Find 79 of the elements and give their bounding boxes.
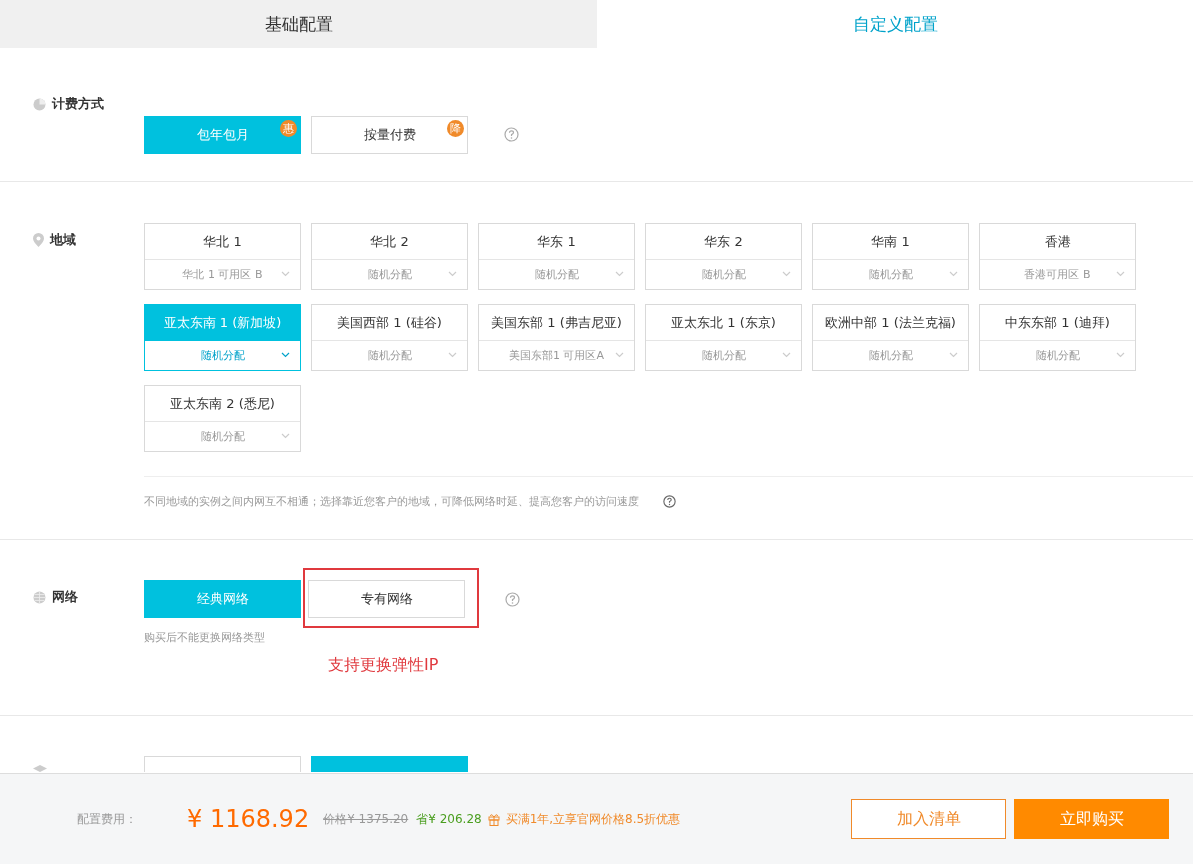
add-to-list-button[interactable]: 加入清单 [851, 799, 1006, 839]
zone-select[interactable]: 随机分配 [479, 260, 634, 289]
region-note: 不同地域的实例之间内网互不相通；选择靠近您客户的地域，可降低网络时延、提高您客户的访问速度 [144, 494, 639, 509]
section-label: 地域 [50, 231, 76, 249]
annotation-text: 支持更换弹性IP [328, 655, 440, 676]
region-card[interactable]: 香港 香港可用区 B [979, 223, 1136, 290]
cost-label: 配置费用： [77, 810, 138, 828]
caret-icon [281, 271, 290, 277]
gift-icon [487, 812, 500, 826]
region-name: 中东东部 1 (迪拜) [980, 305, 1135, 341]
region-card[interactable]: 亚太东南 2 (悉尼) 随机分配 [144, 385, 301, 452]
zone-select[interactable]: 随机分配 [813, 260, 968, 289]
globe-icon [33, 590, 46, 604]
section-label: 网络 [52, 588, 78, 606]
zone-select[interactable]: 随机分配 [312, 260, 467, 289]
region-name: 美国西部 1 (硅谷) [312, 305, 467, 341]
region-card[interactable]: 华北 2 随机分配 [311, 223, 468, 290]
zone-select[interactable]: 香港可用区 B [980, 260, 1135, 289]
promo-text: 买满1年,立享官网价格8.5折优惠 [505, 810, 681, 828]
region-name: 华南 1 [813, 224, 968, 260]
region-name: 美国东部 1 (弗吉尼亚) [479, 305, 634, 341]
caret-icon [448, 271, 457, 277]
caret-icon [1116, 271, 1125, 277]
discount-badge: 降 [447, 119, 464, 137]
network-option[interactable]: 专有网络 [308, 580, 465, 618]
caret-icon [782, 271, 791, 277]
section-label: 计费方式 [52, 95, 104, 113]
region-card[interactable]: 华东 1 随机分配 [478, 223, 635, 290]
region-name: 亚太东南 2 (悉尼) [145, 386, 300, 422]
caret-icon [949, 271, 958, 277]
caret-icon [615, 352, 624, 358]
instance-option[interactable] [144, 756, 301, 772]
zone-select[interactable]: 随机分配 [312, 341, 467, 370]
discount-badge: 惠 [280, 119, 297, 137]
region-name: 欧洲中部 1 (法兰克福) [813, 305, 968, 341]
region-card[interactable]: 华南 1 随机分配 [812, 223, 969, 290]
layers-icon [33, 765, 47, 772]
region-card[interactable]: 中东东部 1 (迪拜) 随机分配 [979, 304, 1136, 371]
billing-option[interactable]: 按量付费 降 [311, 115, 468, 154]
zone-select[interactable]: 随机分配 [813, 341, 968, 370]
caret-icon [1116, 352, 1125, 358]
zone-select[interactable]: 随机分配 [980, 341, 1135, 370]
region-name: 华东 2 [646, 224, 801, 260]
caret-icon [615, 271, 624, 277]
region-name: 华东 1 [479, 224, 634, 260]
region-card[interactable]: 亚太东南 1 (新加坡) 随机分配 [144, 304, 301, 371]
region-name: 华北 2 [312, 224, 467, 260]
network-option[interactable]: 经典网络 [144, 580, 301, 618]
caret-icon [448, 352, 457, 358]
region-card[interactable]: 华东 2 随机分配 [645, 223, 802, 290]
region-name: 华北 1 [145, 224, 300, 260]
location-pin-icon [33, 233, 44, 247]
zone-select[interactable]: 华北 1 可用区 B [145, 260, 300, 289]
help-icon[interactable] [663, 495, 676, 508]
original-price: 价格¥ 1375.20 [323, 810, 409, 828]
config-tab[interactable]: 基础配置 [0, 0, 597, 48]
zone-select[interactable]: 随机分配 [145, 341, 300, 370]
caret-icon [281, 352, 290, 358]
zone-select[interactable]: 随机分配 [145, 422, 300, 451]
billing-option[interactable]: 包年包月 惠 [144, 115, 301, 154]
buy-button[interactable]: 立即购买 [1014, 799, 1169, 839]
region-card[interactable]: 欧洲中部 1 (法兰克福) 随机分配 [812, 304, 969, 371]
zone-select[interactable]: 随机分配 [646, 341, 801, 370]
region-name: 亚太东北 1 (东京) [646, 305, 801, 341]
region-card[interactable]: 亚太东北 1 (东京) 随机分配 [645, 304, 802, 371]
zone-select[interactable]: 美国东部1 可用区A [479, 341, 634, 370]
caret-icon [949, 352, 958, 358]
region-card[interactable]: 华北 1 华北 1 可用区 B [144, 223, 301, 290]
saving: 省¥ 206.28 [416, 810, 482, 828]
network-note: 购买后不能更换网络类型 [144, 630, 266, 645]
region-card[interactable]: 美国东部 1 (弗吉尼亚) 美国东部1 可用区A [478, 304, 635, 371]
zone-select[interactable]: 随机分配 [646, 260, 801, 289]
region-card[interactable]: 美国西部 1 (硅谷) 随机分配 [311, 304, 468, 371]
caret-icon [782, 352, 791, 358]
region-name: 香港 [980, 224, 1135, 260]
price: ¥ 1168.92 [187, 805, 310, 833]
region-name: 亚太东南 1 (新加坡) [145, 305, 300, 341]
caret-icon [281, 433, 290, 439]
pie-icon [33, 97, 46, 111]
